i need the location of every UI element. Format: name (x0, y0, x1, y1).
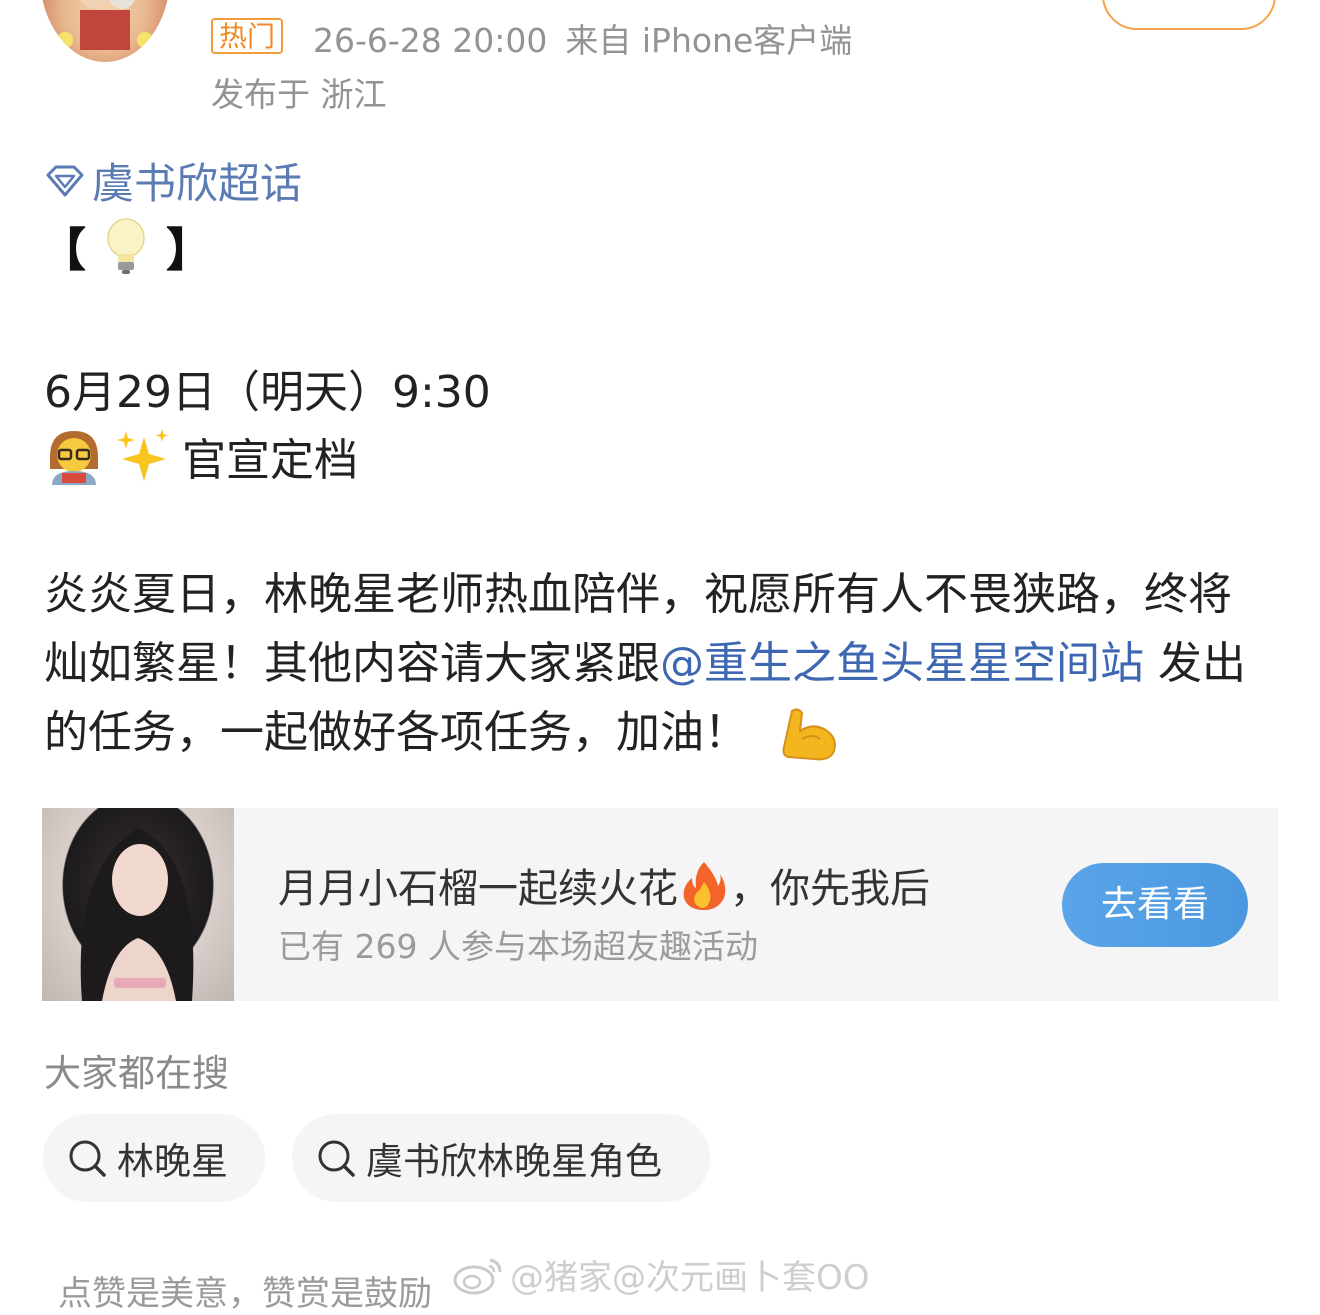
activity-photo (42, 808, 234, 1001)
bracket-close: 】 (166, 223, 212, 277)
search-chip-label: 林晚星 (117, 1140, 228, 1183)
follow-button[interactable] (1102, 0, 1276, 30)
search-icon (69, 1140, 106, 1177)
sparkles-icon (117, 429, 168, 481)
post-meta: 26-6-28 20:00 来自 iPhone客户端 (313, 14, 852, 62)
bulb-bracket: 【 】 (40, 217, 212, 277)
activity-card[interactable]: 月月小石榴一起续火花 ，你先我后 已有 269 人参与本场超友趣活动 去看看 (42, 808, 1278, 1001)
activity-title-part1: 月月小石榴一起续火花 (278, 866, 678, 912)
post-location: 发布于 浙江 (211, 75, 387, 114)
trending-searches-heading: 大家都在搜 (44, 1052, 229, 1095)
supertopic-label: 虞书欣超话 (92, 159, 303, 208)
reward-prompt: 点赞是美意，赞赏是鼓励 (58, 1274, 432, 1314)
bracket-open: 【 (40, 223, 86, 277)
release-date: 6月29日（明天）9:30 (44, 367, 491, 418)
lightbulb-icon (107, 218, 145, 274)
post-paragraph: 炎炎夏日，林晚星老师热血陪伴，祝愿所有人不畏狭路，终将灿如繁星！其他内容请大家紧… (44, 560, 1264, 767)
search-chip[interactable]: 林晚星 (43, 1114, 265, 1202)
activity-participants: 已有 269 人参与本场超友趣活动 (278, 927, 758, 966)
user-mention-link[interactable]: @重生之鱼头星星空间站 (660, 638, 1144, 689)
flexed-bicep-icon (782, 708, 836, 761)
watermark-text: @猪家@次元画卜套OO (510, 1258, 870, 1298)
search-chip-label: 虞书欣林晚星角色 (366, 1140, 662, 1183)
search-icon (318, 1140, 355, 1177)
post-source: 来自 iPhone客户端 (565, 21, 853, 60)
post-timestamp: 26-6-28 20:00 (313, 21, 548, 60)
supertopic-link[interactable]: 虞书欣超话 (44, 150, 302, 211)
watermark: @猪家@次元画卜套OO (452, 1250, 870, 1299)
avatar[interactable] (40, 0, 170, 62)
go-see-button[interactable]: 去看看 (1062, 863, 1248, 947)
activity-title: 月月小石榴一起续火花 ，你先我后 (278, 856, 930, 914)
official-announcement: 官宣定档 (44, 426, 358, 486)
teacher-icon (50, 431, 98, 485)
search-chip[interactable]: 虞书欣林晚星角色 (292, 1114, 710, 1202)
diamond-icon (46, 165, 84, 196)
activity-title-part2: ，你先我后 (730, 866, 930, 912)
fire-icon (683, 862, 726, 910)
hot-badge: 热门 (211, 18, 284, 54)
official-label: 官宣定档 (182, 435, 358, 486)
weibo-logo-icon (453, 1258, 502, 1294)
